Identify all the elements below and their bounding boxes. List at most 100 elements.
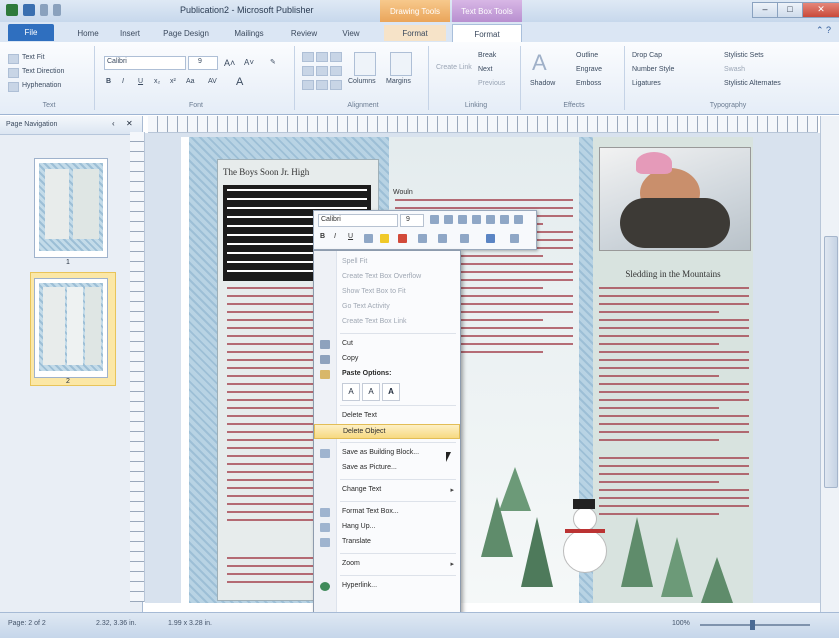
align-middle-right-icon[interactable] [330, 66, 342, 76]
menu-item-text-box-overflow[interactable]: Create Text Box Overflow [314, 270, 460, 285]
menu-item-save-as-building-block[interactable]: Save as Building Block... [314, 446, 460, 461]
grow-font-icon[interactable]: A˄ [224, 58, 235, 68]
publisher-app-icon[interactable] [6, 4, 18, 16]
maximize-button[interactable]: □ [777, 2, 803, 18]
text-fit-button[interactable]: Text Fit [22, 54, 45, 61]
menu-item-spell-fit[interactable]: Spell Fit [314, 255, 460, 270]
zoom-slider[interactable] [700, 624, 810, 626]
page-thumbnail-2[interactable] [34, 278, 108, 378]
paste-text-only-button[interactable]: A [382, 383, 400, 401]
mini-align-icon[interactable] [364, 234, 373, 243]
margins-button-label[interactable]: Margins [386, 78, 411, 85]
scrollbar-thumb[interactable] [824, 236, 838, 488]
tab-insert[interactable]: Insert [112, 25, 148, 41]
font-color-icon[interactable]: A [236, 76, 243, 88]
hyphenation-button[interactable]: Hyphenation [22, 82, 61, 89]
vertical-scrollbar[interactable] [820, 116, 839, 612]
stylistic-sets-button[interactable]: Stylistic Sets [724, 52, 764, 59]
mini-effects-icon[interactable] [514, 215, 523, 224]
italic-icon[interactable]: I [122, 78, 124, 85]
number-style-button[interactable]: Number Style [632, 66, 674, 73]
undo-icon[interactable] [40, 4, 48, 16]
align-bottom-right-icon[interactable] [330, 80, 342, 90]
page-thumbnail-1[interactable] [34, 158, 108, 258]
emboss-button[interactable]: Emboss [576, 80, 601, 87]
vertical-ruler[interactable] [130, 132, 145, 602]
mini-format-painter-icon[interactable] [458, 215, 467, 224]
previous-link-button[interactable]: Previous [478, 80, 505, 87]
clear-formatting-icon[interactable]: ✎ [270, 58, 276, 66]
tab-format-text-box[interactable]: Format [452, 24, 522, 43]
mini-italic-icon[interactable]: I [334, 233, 336, 240]
mini-size-dropdown[interactable] [400, 214, 424, 227]
status-zoom-level[interactable]: 100% [672, 620, 690, 627]
save-icon[interactable] [23, 4, 35, 16]
menu-item-create-text-box-link[interactable]: Create Text Box Link [314, 315, 460, 330]
bold-icon[interactable]: B [106, 78, 111, 85]
zoom-slider-thumb[interactable] [750, 620, 755, 630]
ligatures-button[interactable]: Ligatures [632, 80, 661, 87]
mini-shrink-font-icon[interactable] [444, 215, 453, 224]
swash-button[interactable]: Swash [724, 66, 745, 73]
change-case-icon[interactable]: Aa [186, 78, 195, 85]
next-link-button[interactable]: Next [478, 66, 492, 73]
menu-item-zoom[interactable]: Zoom ▸ [314, 557, 460, 572]
text-direction-button[interactable]: Text Direction [22, 68, 64, 75]
sledding-photo[interactable] [599, 147, 751, 251]
mini-font-color-icon[interactable] [398, 234, 407, 243]
collapse-pane-icon[interactable]: ‹ [112, 119, 115, 128]
align-middle-center-icon[interactable] [316, 66, 328, 76]
tab-mailings[interactable]: Mailings [226, 25, 272, 41]
align-top-right-icon[interactable] [330, 52, 342, 62]
menu-item-copy[interactable]: Copy [314, 352, 460, 367]
menu-item-change-text[interactable]: Change Text ▸ [314, 483, 460, 498]
drop-cap-button[interactable]: Drop Cap [632, 52, 662, 59]
align-top-center-icon[interactable] [316, 52, 328, 62]
mini-decrease-indent-icon[interactable] [438, 234, 447, 243]
align-top-left-icon[interactable] [302, 52, 314, 62]
mini-numbering-icon[interactable] [486, 215, 495, 224]
menu-item-translate[interactable]: Translate [314, 535, 460, 550]
menu-item-show-text-box-to-fit[interactable]: Show Text Box to Fit [314, 285, 460, 300]
mini-indent-icon[interactable] [418, 234, 427, 243]
font-size-dropdown[interactable] [188, 56, 218, 70]
mini-bullets-icon[interactable] [472, 215, 481, 224]
help-icon[interactable]: ⌃ ? [816, 25, 831, 36]
tab-page-design[interactable]: Page Design [154, 25, 218, 41]
redo-icon[interactable] [53, 4, 61, 16]
underline-icon[interactable]: U [138, 78, 143, 85]
menu-item-format-text-box[interactable]: Format Text Box... [314, 505, 460, 520]
document-workspace[interactable]: Sledding in the Mountains Wouln The Boys… [145, 133, 820, 603]
publication-page[interactable]: Sledding in the Mountains Wouln The Boys… [181, 137, 753, 603]
close-pane-icon[interactable]: ✕ [126, 119, 133, 128]
tab-file[interactable]: File [8, 24, 54, 41]
mini-grow-font-icon[interactable] [430, 215, 439, 224]
subscript-icon[interactable]: x₂ [154, 78, 160, 85]
mini-bold-icon[interactable]: B [320, 233, 325, 240]
shadow-button-label[interactable]: Shadow [530, 80, 555, 87]
shadow-icon[interactable]: A [532, 50, 547, 76]
paste-merge-button[interactable]: A [362, 383, 380, 401]
menu-item-hang-up[interactable]: Hang Up... [314, 520, 460, 535]
mini-line-spacing-icon[interactable] [460, 234, 469, 243]
align-bottom-center-icon[interactable] [316, 80, 328, 90]
paste-keep-source-button[interactable]: A [342, 383, 360, 401]
tab-home[interactable]: Home [70, 25, 106, 41]
mini-underline-icon[interactable]: U [348, 233, 353, 240]
columns-button-label[interactable]: Columns [348, 78, 376, 85]
engrave-button[interactable]: Engrave [576, 66, 602, 73]
stylistic-alternates-button[interactable]: Stylistic Alternates [724, 80, 781, 87]
left-article-title[interactable]: The Boys Soon Jr. High [223, 167, 309, 177]
mini-outline-icon[interactable] [510, 234, 519, 243]
menu-item-hyperlink[interactable]: Hyperlink... [314, 579, 460, 594]
menu-item-save-as-picture[interactable]: Save as Picture... [314, 461, 460, 476]
tab-review[interactable]: Review [284, 25, 324, 41]
minimize-button[interactable]: – [752, 2, 778, 18]
menu-item-delete-text[interactable]: Delete Text [314, 409, 460, 424]
menu-item-cut[interactable]: Cut [314, 337, 460, 352]
align-middle-left-icon[interactable] [302, 66, 314, 76]
tab-format-drawing[interactable]: Format [384, 25, 446, 41]
columns-icon[interactable] [354, 52, 376, 76]
mini-styles-icon[interactable] [500, 215, 509, 224]
superscript-icon[interactable]: x² [170, 78, 176, 85]
